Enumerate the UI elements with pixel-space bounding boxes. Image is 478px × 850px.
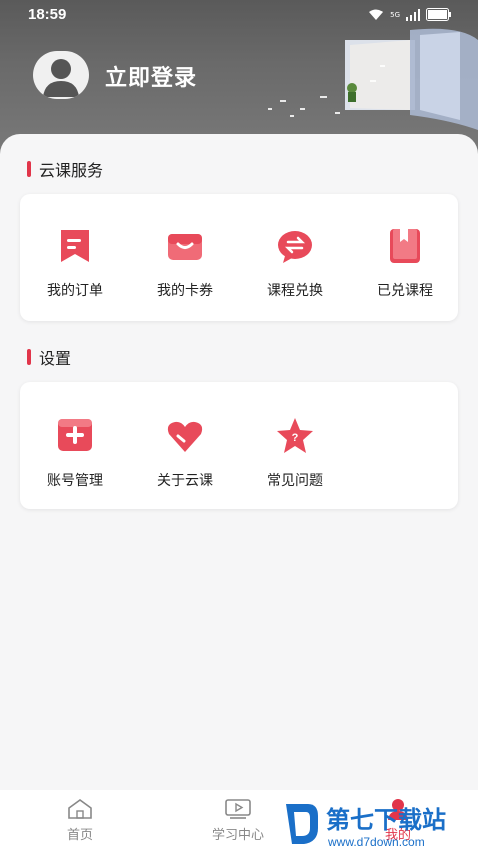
settings-section-title: 设置: [27, 345, 71, 369]
play-screen-icon: [225, 799, 251, 819]
settings-card: 账号管理 关于云课 ? 常见问题: [20, 382, 458, 509]
home-icon: [68, 799, 92, 819]
faq-label: 常见问题: [267, 473, 323, 489]
status-time: 18:59: [28, 6, 67, 23]
about-yunke-label: 关于云课: [157, 473, 213, 489]
my-orders-button[interactable]: 我的订单: [20, 226, 130, 300]
tab-home[interactable]: 首页: [35, 798, 125, 843]
section-accent-bar: [27, 161, 31, 177]
my-coupons-label: 我的卡券: [157, 283, 213, 299]
services-card: 我的订单 我的卡券 课程兑换 已兑课程: [20, 194, 458, 321]
user-avatar-icon: [43, 59, 79, 97]
course-exchange-label: 课程兑换: [267, 283, 323, 299]
avatar[interactable]: [33, 51, 89, 99]
redeemed-courses-button[interactable]: 已兑课程: [350, 226, 460, 300]
star-question-icon: ?: [277, 418, 313, 453]
signal-icon: [406, 8, 420, 21]
my-coupons-button[interactable]: 我的卡券: [130, 226, 240, 300]
services-section-title: 云课服务: [27, 157, 103, 181]
account-management-button[interactable]: 账号管理: [20, 416, 130, 490]
tab-home-label: 首页: [66, 828, 93, 843]
login-button[interactable]: 立即登录: [105, 60, 197, 92]
account-management-label: 账号管理: [47, 473, 103, 489]
wifi-icon: [369, 9, 384, 20]
heart-icon: [167, 421, 203, 452]
faq-button[interactable]: ? 常见问题: [240, 416, 350, 490]
signal-label: 5G: [390, 10, 400, 19]
book-icon: [390, 229, 420, 263]
status-bar: 18:59 5G: [0, 0, 478, 30]
course-exchange-button[interactable]: 课程兑换: [240, 226, 350, 300]
tab-learning-center-label: 学习中心: [211, 828, 264, 843]
plus-box-icon: [58, 419, 92, 451]
watermark-url: www.d7down.com: [327, 835, 425, 849]
services-title-text: 云课服务: [39, 161, 104, 180]
watermark-logo: 第七下载站 www.d7down.com: [286, 804, 446, 849]
battery-icon: [426, 8, 451, 21]
tab-learning-center[interactable]: 学习中心: [193, 798, 283, 843]
svg-text:?: ?: [292, 432, 299, 444]
redeemed-courses-label: 已兑课程: [377, 283, 433, 299]
about-yunke-button[interactable]: 关于云课: [130, 416, 240, 490]
section-accent-bar: [27, 349, 31, 365]
my-orders-label: 我的订单: [47, 283, 103, 299]
exchange-chat-icon: [278, 231, 312, 263]
watermark-brand: 第七下载站: [326, 806, 446, 834]
bookmark-list-icon: [61, 230, 89, 262]
settings-title-text: 设置: [39, 349, 72, 368]
header-illustration: [268, 28, 478, 130]
card-wallet-icon: [168, 234, 202, 260]
